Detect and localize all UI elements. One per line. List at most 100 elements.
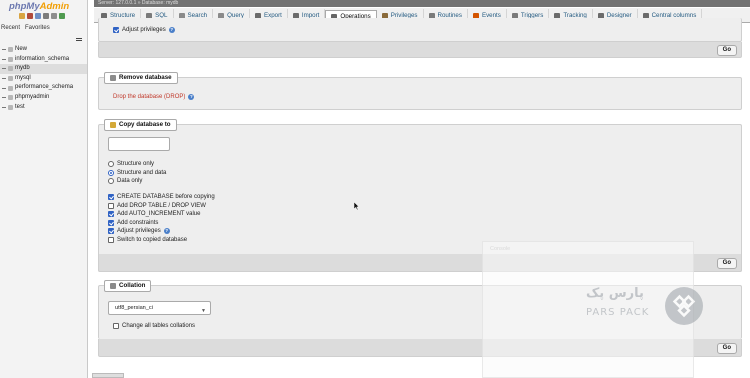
adjust-privileges-label: Adjust privileges <box>122 27 166 33</box>
change-all-collations-checkbox[interactable] <box>113 323 119 329</box>
adjust-privileges-row: Adjust privileges ? <box>113 27 175 33</box>
database-item[interactable]: test <box>0 103 87 113</box>
copy-mode-radio[interactable] <box>108 169 114 176</box>
database-icon <box>8 47 13 53</box>
rename-database-fieldset: Adjust privileges ? <box>98 18 742 42</box>
database-item[interactable]: mysql <box>0 74 87 84</box>
console-label: Console <box>490 246 511 252</box>
copy-option-label: Adjust privileges <box>117 228 161 235</box>
copy-mode-label: Data only <box>117 178 143 185</box>
copy-option[interactable]: Add DROP TABLE / DROP VIEW <box>108 202 206 209</box>
database-icon <box>8 85 13 91</box>
copy-option[interactable]: Add constraints <box>108 219 159 226</box>
collapse-all-icon[interactable] <box>76 38 82 41</box>
expand-icon[interactable] <box>2 106 6 108</box>
query-window-icon[interactable] <box>35 13 41 19</box>
database-label: phpmyadmin <box>15 93 50 100</box>
adjust-privileges-checkbox[interactable] <box>113 27 119 33</box>
help-icon[interactable]: ? <box>188 94 195 100</box>
database-item[interactable]: performance_schema <box>0 83 87 93</box>
change-all-collations-label: Change all tables collations <box>122 323 196 329</box>
copy-mode-radio[interactable] <box>108 178 114 185</box>
reload-icon[interactable] <box>59 13 65 19</box>
watermark-english-text: PARS PACK <box>586 307 650 318</box>
expand-icon[interactable] <box>2 78 6 80</box>
copy-mode-option[interactable]: Data only <box>108 178 143 185</box>
copy-option-label: CREATE DATABASE before copying <box>117 194 215 200</box>
copy-option[interactable]: Add AUTO_INCREMENT value <box>108 211 201 218</box>
copy-option[interactable]: Switch to copied database <box>108 237 187 243</box>
collation-icon <box>110 283 116 289</box>
drop-database-link[interactable]: Drop the database (DROP) <box>113 94 185 100</box>
copy-option-checkbox[interactable] <box>108 228 114 235</box>
copy-mode-label: Structure only <box>117 161 155 167</box>
expand-icon[interactable] <box>2 49 6 51</box>
database-icon <box>8 76 13 82</box>
copy-option-label: Add constraints <box>117 219 159 226</box>
database-item[interactable]: information_schema <box>0 55 87 65</box>
logout-icon[interactable] <box>27 13 33 19</box>
copy-mode-radio[interactable] <box>108 161 114 167</box>
copy-database-title: Copy database to <box>119 121 171 128</box>
remove-database-fieldset: Remove database Drop the database (DROP)… <box>98 72 742 110</box>
remove-database-legend: Remove database <box>104 72 178 84</box>
chevron-down-icon: ▼ <box>201 308 206 314</box>
copy-go-button[interactable]: Go <box>716 258 737 269</box>
docs-icon[interactable] <box>43 13 49 19</box>
collation-go-button[interactable]: Go <box>716 343 737 354</box>
database-label: information_schema <box>15 55 70 62</box>
copy-option-label: Switch to copied database <box>117 237 188 243</box>
tab-favorites[interactable]: Favorites <box>25 25 50 31</box>
copy-option-checkbox[interactable] <box>108 194 114 200</box>
database-label: performance_schema <box>15 84 74 91</box>
collation-select[interactable]: utf8_persian_ci ▼ <box>108 301 211 315</box>
parspack-watermark: پارس پک PARS PACK <box>580 286 710 326</box>
copy-mode-option[interactable]: Structure and data <box>108 169 167 176</box>
copy-option-label: Add DROP TABLE / DROP VIEW <box>117 202 206 209</box>
drop-database-row: Drop the database (DROP) ? <box>113 94 195 100</box>
new-database-name-input[interactable] <box>108 137 170 151</box>
collation-title: Collation <box>119 282 146 289</box>
rename-go-button[interactable]: Go <box>716 45 737 56</box>
database-item[interactable]: phpmyadmin <box>0 93 87 103</box>
database-item[interactable]: New <box>0 45 87 55</box>
parspack-logo-icon <box>665 287 703 325</box>
home-icon[interactable] <box>19 13 25 19</box>
copy-mode-label: Structure and data <box>117 169 167 176</box>
copy-option-checkbox[interactable] <box>108 237 114 243</box>
copy-option[interactable]: Adjust privileges? <box>108 228 170 235</box>
collation-selected-value: utf8_persian_ci <box>115 305 153 311</box>
watermark-persian-text: پارس پک <box>586 286 644 301</box>
copy-option-checkbox[interactable] <box>108 219 114 226</box>
settings-icon[interactable] <box>51 13 57 19</box>
tab-recent[interactable]: Recent <box>1 25 20 31</box>
breadcrumb: Server: 127.0.0.1 » Database: mydb <box>94 0 750 7</box>
collation-legend: Collation <box>104 280 152 292</box>
database-icon <box>8 66 13 72</box>
navigation-panel: phpMyAdmin Recent Favorites New informati… <box>0 0 88 378</box>
database-label: mysql <box>15 74 31 81</box>
database-icon <box>110 75 116 81</box>
database-icon <box>8 104 13 110</box>
database-label: New <box>15 46 28 52</box>
rename-footer: Go <box>98 42 742 58</box>
help-icon[interactable]: ? <box>163 228 170 235</box>
change-all-collations-row: Change all tables collations <box>113 323 195 329</box>
copy-mode-option[interactable]: Structure only <box>108 161 154 167</box>
copy-option-checkbox[interactable] <box>108 202 114 209</box>
bottom-tab <box>92 373 124 378</box>
copy-option[interactable]: CREATE DATABASE before copying <box>108 194 215 200</box>
database-icon <box>8 95 13 101</box>
expand-icon[interactable] <box>2 58 6 60</box>
expand-icon[interactable] <box>2 97 6 99</box>
phpmyadmin-logo[interactable]: phpMyAdmin <box>9 1 69 12</box>
copy-option-checkbox[interactable] <box>108 211 114 218</box>
database-item[interactable]: mydb <box>0 64 87 74</box>
database-icon <box>8 56 13 62</box>
remove-database-title: Remove database <box>119 74 172 81</box>
expand-icon[interactable] <box>2 87 6 89</box>
database-label: mydb <box>15 65 30 72</box>
help-icon[interactable]: ? <box>168 27 175 33</box>
expand-icon[interactable] <box>2 68 6 70</box>
copy-option-label: Add AUTO_INCREMENT value <box>117 211 201 218</box>
